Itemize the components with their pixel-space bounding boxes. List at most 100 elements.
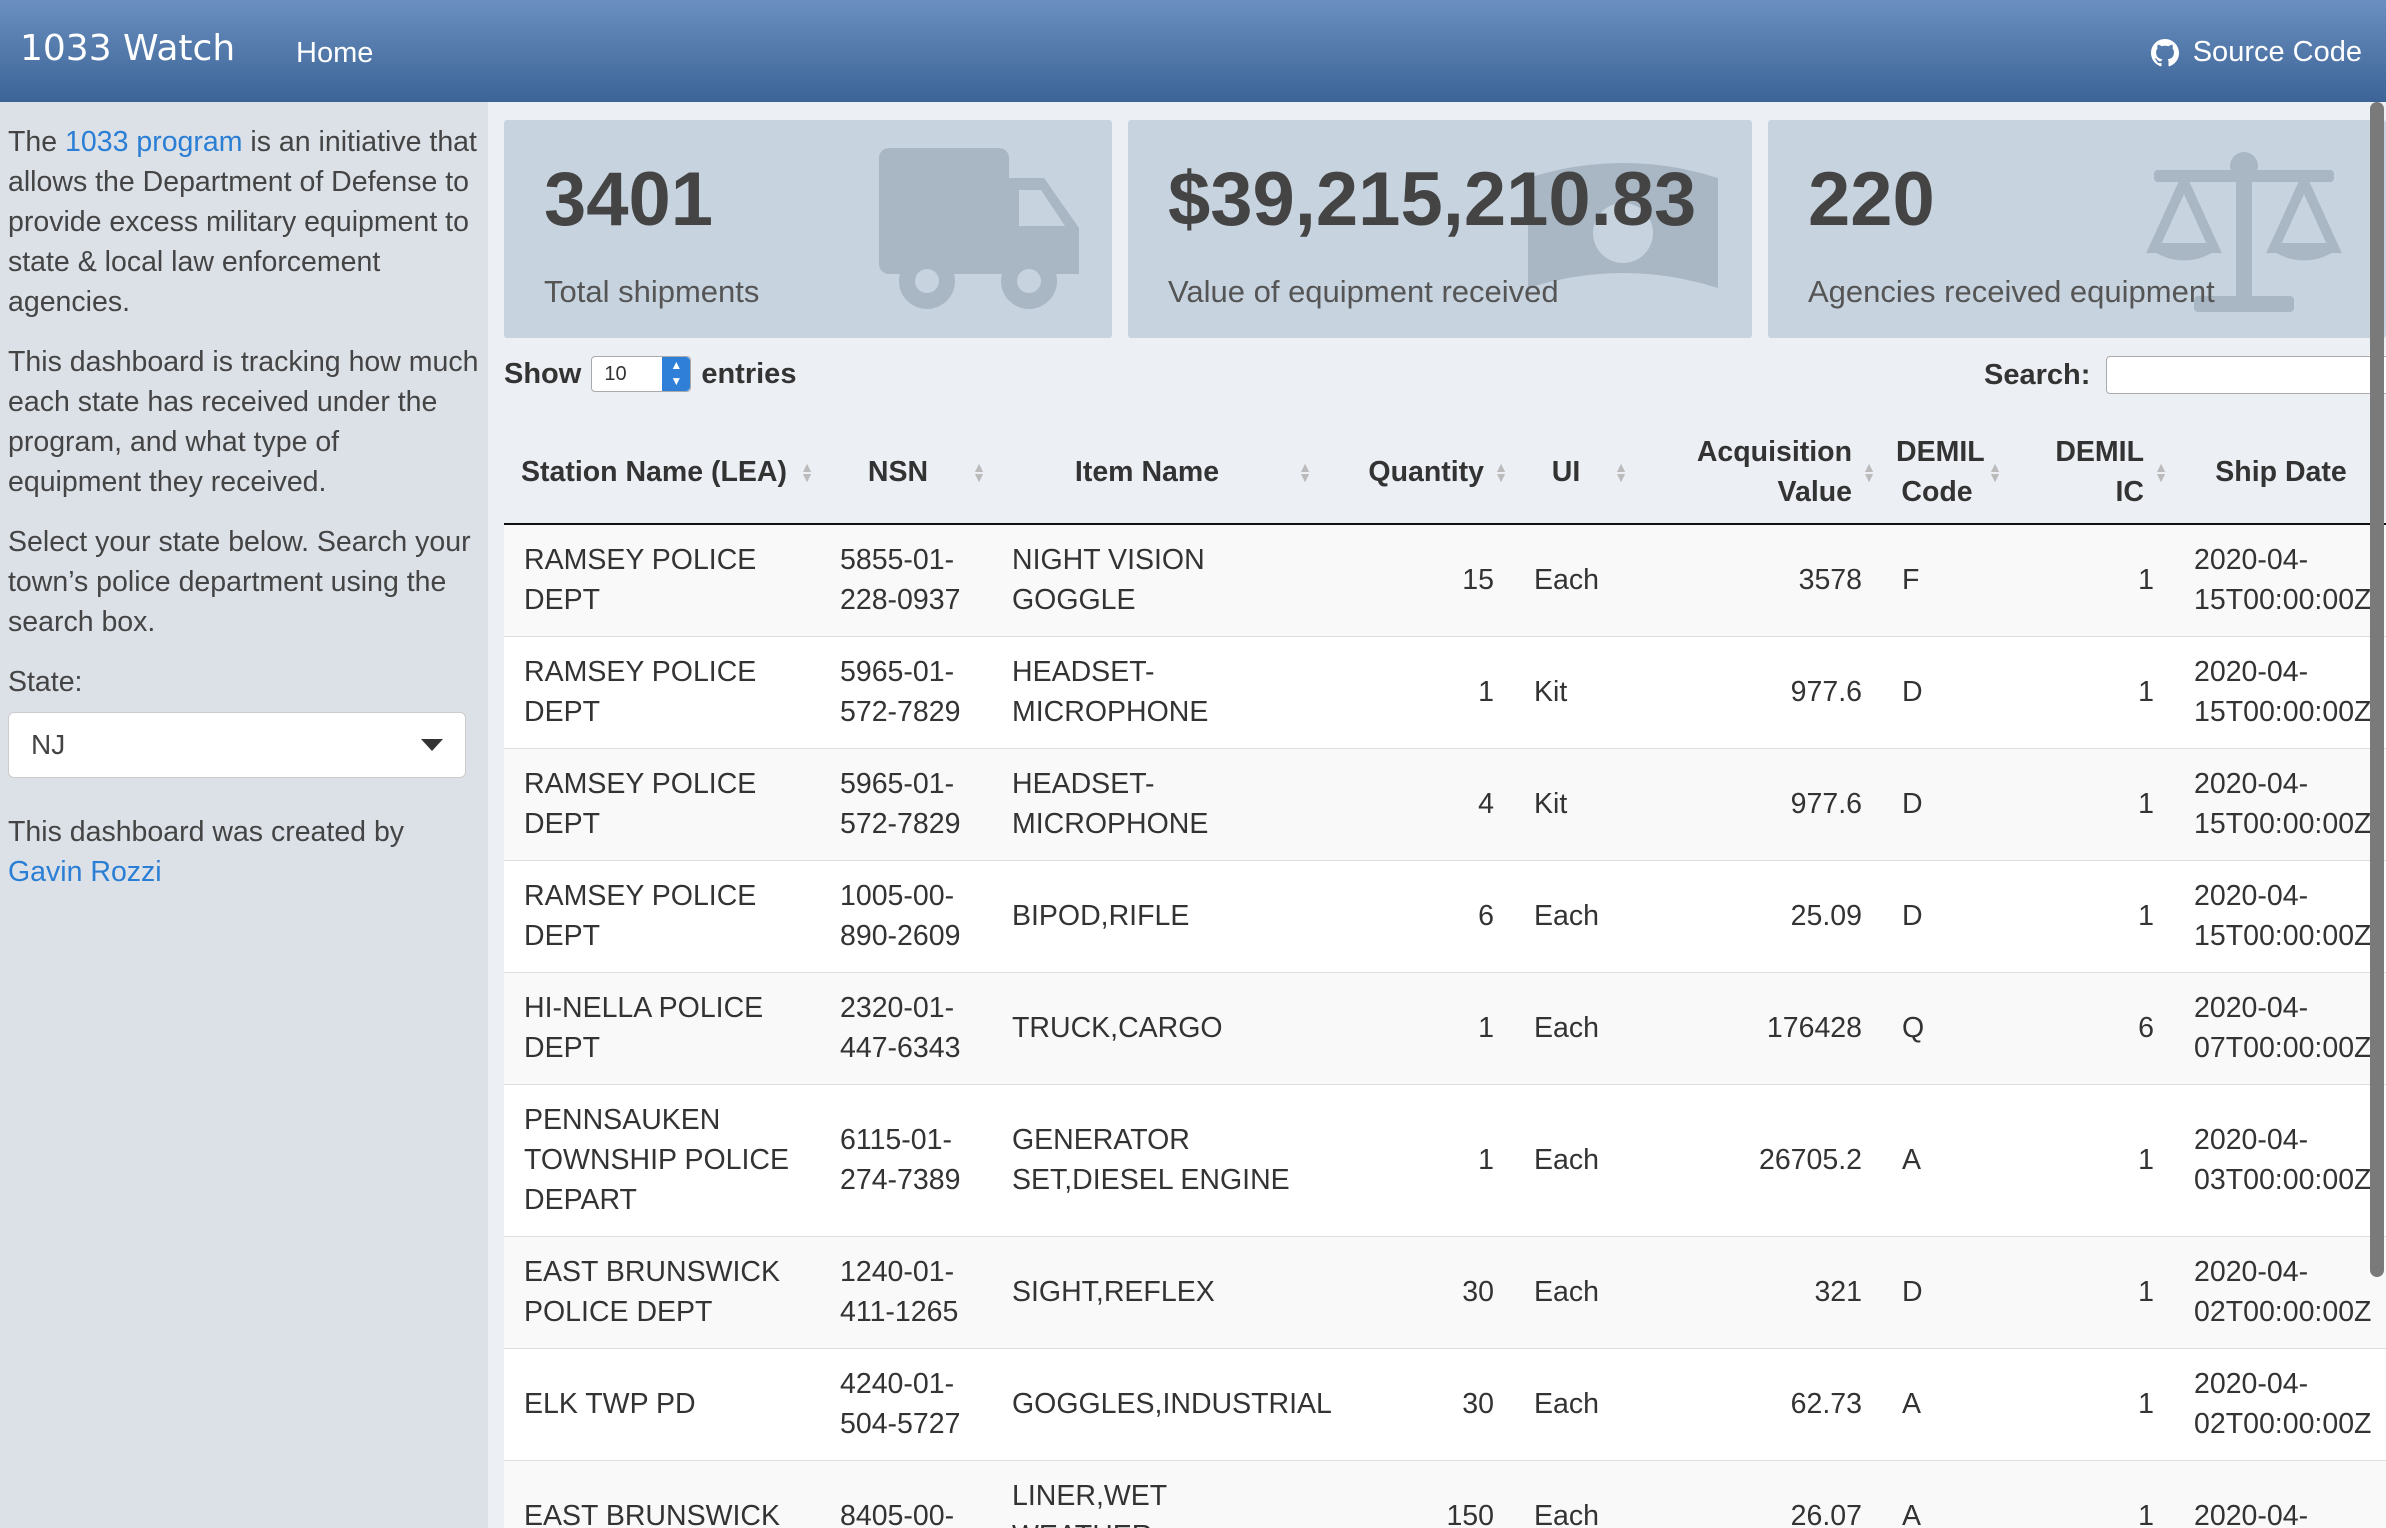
- table-cell: D: [1882, 635, 2008, 748]
- table-cell: Kit: [1514, 747, 1634, 860]
- page-scrollbar[interactable]: [2370, 102, 2384, 1277]
- column-header-label: UI: [1551, 455, 1581, 488]
- table-cell: 5965-01-572-7829: [820, 747, 992, 860]
- table-cell: HEADSET-MICROPHONE: [992, 635, 1318, 748]
- table-cell: Each: [1514, 1459, 1634, 1528]
- table-cell: PENNSAUKEN TOWNSHIP POLICE DEPART: [504, 1083, 820, 1236]
- table-cell: 1: [1318, 1083, 1514, 1236]
- table-cell: RAMSEY POLICE DEPT: [504, 859, 820, 972]
- table-row[interactable]: EAST BRUNSWICK POLICE DEPT 1240-01-411-12…: [504, 1235, 2386, 1348]
- column-header[interactable]: UI ▲ ▼: [1514, 420, 1634, 525]
- table-row[interactable]: ELK TWP PD 4240-01-504-5727 GOGGLES,INDUST…: [504, 1347, 2386, 1460]
- column-header[interactable]: Ship Date▲▼: [2174, 420, 2386, 525]
- column-header-label: Quantity: [1368, 455, 1484, 488]
- table-cell: 1: [2008, 747, 2174, 860]
- table-cell: 26.07: [1634, 1459, 1882, 1528]
- 1033-program-link[interactable]: 1033 program: [65, 126, 242, 158]
- table-cell: Each: [1514, 523, 1634, 636]
- table-row[interactable]: RAMSEY POLICE DEPT 5855-01-228-0937 NIGHT …: [504, 523, 2386, 636]
- column-header[interactable]: Acquisition Value ▲ ▼: [1634, 420, 1882, 525]
- table-cell: RAMSEY POLICE DEPT: [504, 747, 820, 860]
- table-row[interactable]: RAMSEY POLICE DEPT 5965-01-572-7829 HEADSE…: [504, 635, 2386, 748]
- table-cell: 5855-01-228-0937: [820, 523, 992, 636]
- column-header[interactable]: Item Name ▲ ▼: [992, 420, 1318, 525]
- table-cell: GOGGLES,INDUSTRIAL: [992, 1347, 1332, 1460]
- length-control: Show 10 ▲ ▼ entries: [504, 356, 796, 392]
- table-row[interactable]: RAMSEY POLICE DEPT 5965-01-572-7829 HEADSE…: [504, 747, 2386, 860]
- column-header-label: Ship Date: [2215, 455, 2347, 488]
- table-cell: D: [1882, 747, 2008, 860]
- table-cell: RAMSEY POLICE DEPT: [504, 635, 820, 748]
- column-header[interactable]: Station Name (LEA) ▲ ▼: [504, 420, 820, 525]
- show-label: Show: [504, 357, 582, 390]
- table-row[interactable]: HI-NELLA POLICE DEPT 2320-01-447-6343 TRUC…: [504, 971, 2386, 1084]
- search-input[interactable]: [2106, 356, 2386, 394]
- nav-home-link[interactable]: Home: [296, 37, 373, 70]
- column-header[interactable]: DEMIL Code ▲ ▼: [1882, 420, 2008, 525]
- column-header[interactable]: Quantity ▲ ▼: [1318, 420, 1514, 525]
- table-cell: 176428: [1634, 971, 1882, 1084]
- table-cell: 4240-01-504-5727: [820, 1347, 992, 1460]
- tracking-text: This dashboard is tracking how much each…: [8, 346, 479, 498]
- stat-box-agencies: 220 Agencies received equipment: [1768, 120, 2386, 338]
- stat-box-value: $39,215,210.83 Value of equipment receiv…: [1128, 120, 1752, 338]
- column-header[interactable]: NSN ▲ ▼: [820, 420, 992, 525]
- table-cell: ELK TWP PD: [504, 1347, 820, 1460]
- table-cell: 150: [1318, 1459, 1514, 1528]
- table-cell: Each: [1514, 1347, 1634, 1460]
- table-cell: 2020-04-15T00:00:00Z: [2174, 635, 2386, 748]
- table-cell: 1240-01-411-1265: [820, 1235, 992, 1348]
- search-label: Search:: [1984, 358, 2091, 391]
- table-cell: A: [1882, 1459, 2008, 1528]
- sort-icon: ▲▼: [1298, 459, 1312, 485]
- table-cell: HI-NELLA POLICE DEPT: [504, 971, 820, 1084]
- table-cell: 30: [1318, 1235, 1514, 1348]
- state-select[interactable]: NJ: [8, 712, 466, 778]
- entries-length-select[interactable]: 10 ▲ ▼: [591, 356, 692, 392]
- table-cell: 26705.2: [1634, 1083, 1882, 1236]
- table-cell: 1: [2008, 523, 2174, 636]
- table-cell: 1: [1318, 971, 1514, 1084]
- spinner-icon: ▲ ▼: [662, 357, 691, 391]
- table-cell: D: [1882, 1235, 2008, 1348]
- table-row[interactable]: PENNSAUKEN TOWNSHIP POLICE DEPART 6115-01…: [504, 1083, 2386, 1236]
- instructions-text: Select your state below. Search your tow…: [8, 526, 471, 638]
- source-code-link[interactable]: Source Code: [2150, 36, 2362, 69]
- stat-value: 3401: [544, 157, 714, 242]
- table-cell: 5965-01-572-7829: [820, 635, 992, 748]
- table-cell: 1: [2008, 1235, 2174, 1348]
- app-brand[interactable]: 1033 Watch: [20, 28, 235, 69]
- table-cell: EAST BRUNSWICK POLICE DEPT: [504, 1235, 820, 1348]
- credit-pre: This dashboard was created by: [8, 816, 405, 848]
- table-cell: 3578: [1634, 523, 1882, 636]
- sidebar: The 1033 program is an initiative that a…: [0, 102, 488, 1528]
- table-cell: 2020-04-02T00:00:00Z: [2174, 1347, 2386, 1460]
- data-table: Station Name (LEA) ▲ ▼ NSN ▲ ▼ Item Name ▲ ▼ Quan…: [504, 420, 2386, 1528]
- table-cell: A: [1882, 1083, 2008, 1236]
- top-navbar: 1033 Watch Home Source Code: [0, 0, 2386, 102]
- table-cell: 2020-04-15T00:00:00Z: [2174, 523, 2386, 636]
- table-cell: 15: [1318, 523, 1514, 636]
- stat-label: Value of equipment received: [1168, 274, 1559, 309]
- table-cell: Each: [1514, 859, 1634, 972]
- intro-text: The 1033 program is an initiative that a…: [8, 122, 480, 322]
- table-cell: 321: [1634, 1235, 1882, 1348]
- column-header[interactable]: DEMIL IC ▲ ▼: [2008, 420, 2174, 525]
- table-cell: 2020-04-15T00:00:00Z: [2174, 859, 2386, 972]
- table-row[interactable]: EAST BRUNSWICK8405-00-LINER,WET WEATHER1…: [504, 1459, 2386, 1528]
- caret-down-icon: [421, 739, 443, 751]
- source-code-label: Source Code: [2192, 36, 2362, 68]
- table-row[interactable]: RAMSEY POLICE DEPT 1005-00-890-2609 BIPOD,…: [504, 859, 2386, 972]
- table-cell: 6115-01-274-7389: [820, 1083, 992, 1236]
- column-header-label: DEMIL IC: [2055, 435, 2144, 508]
- table-cell: 977.6: [1634, 635, 1882, 748]
- table-cell: 2020-04-15T00:00:00Z: [2174, 747, 2386, 860]
- column-header-label: Item Name: [1074, 455, 1220, 488]
- stat-value: 220: [1808, 157, 1935, 242]
- table-cell: 1: [1318, 635, 1514, 748]
- table-cell: 2020-04-07T00:00:00Z: [2174, 971, 2386, 1084]
- table-cell: EAST BRUNSWICK: [504, 1459, 820, 1528]
- table-cell: Each: [1514, 1235, 1634, 1348]
- author-link[interactable]: Gavin Rozzi: [8, 856, 162, 888]
- table-cell: TRUCK,CARGO: [992, 971, 1318, 1084]
